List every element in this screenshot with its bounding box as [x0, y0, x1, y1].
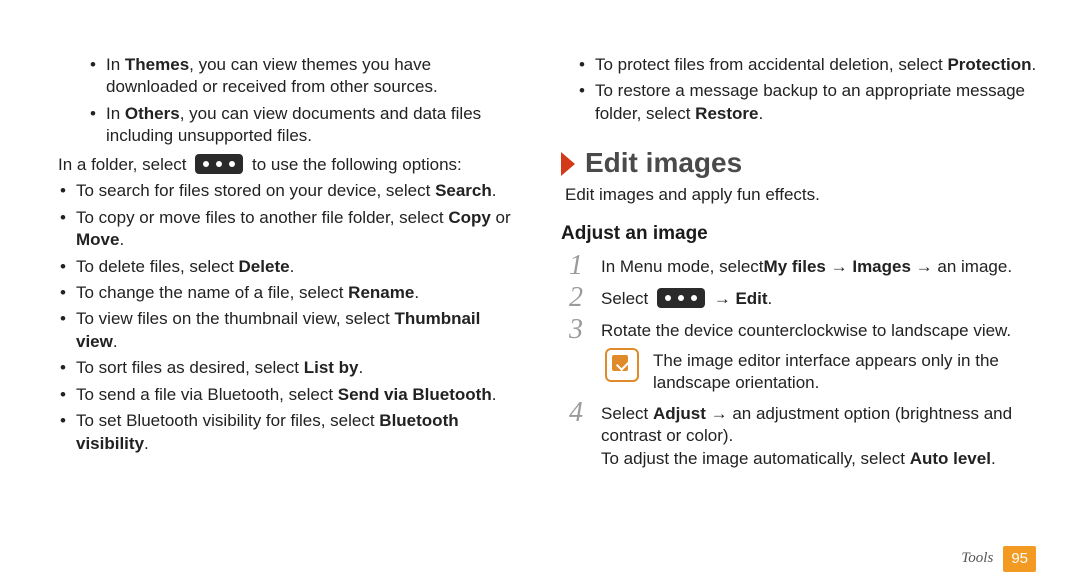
right-column: To protect files from accidental deletio… [561, 54, 1040, 586]
list-item: In Others, you can view documents and da… [94, 103, 521, 148]
folder-options-intro: In a folder, select to use the following… [58, 154, 521, 176]
step-1: 1 In Menu mode, selectMy files → Images … [565, 252, 1040, 280]
section-subtext: Edit images and apply fun effects. [565, 184, 1040, 206]
step-number: 3 [565, 316, 587, 344]
section-heading-edit-images: Edit images [561, 145, 1040, 182]
footer-section: Tools [961, 549, 993, 569]
folder-options-list-continued: To protect files from accidental deletio… [561, 54, 1040, 125]
step-3: 3 Rotate the device counterclockwise to … [565, 316, 1040, 344]
chevron-right-icon [561, 152, 575, 176]
note-icon [605, 348, 639, 382]
list-item: To sort files as desired, select List by… [64, 357, 521, 379]
list-item: To delete files, select Delete. [64, 256, 521, 278]
step-number: 1 [565, 252, 587, 280]
note-callout: The image editor interface appears only … [605, 348, 1040, 395]
my-files-categories-list: In Themes, you can view themes you have … [42, 54, 521, 148]
list-item: In Themes, you can view themes you have … [94, 54, 521, 99]
step-2: 2 Select → Edit. [565, 284, 1040, 312]
step-number: 2 [565, 284, 587, 312]
step-4: 4 Select Adjust → an adjustment option (… [565, 399, 1040, 470]
subsection-adjust-image: Adjust an image [561, 221, 1040, 246]
list-item: To change the name of a file, select Ren… [64, 282, 521, 304]
more-options-icon [195, 154, 243, 174]
folder-options-list: To search for files stored on your devic… [42, 180, 521, 455]
list-item: To search for files stored on your devic… [64, 180, 521, 202]
step-number: 4 [565, 399, 587, 470]
step-text: Rotate the device counterclockwise to la… [601, 316, 1040, 344]
left-column: In Themes, you can view themes you have … [42, 54, 521, 586]
note-text: The image editor interface appears only … [653, 348, 1040, 395]
list-item: To restore a message backup to an approp… [583, 80, 1040, 125]
more-options-icon [657, 288, 705, 308]
steps-list: 1 In Menu mode, selectMy files → Images … [565, 252, 1040, 470]
page-number-badge: 95 [1003, 546, 1036, 572]
list-item: To set Bluetooth visibility for files, s… [64, 410, 521, 455]
heading-text: Edit images [585, 145, 742, 182]
page-footer: Tools 95 [961, 546, 1036, 572]
list-item: To copy or move files to another file fo… [64, 207, 521, 252]
manual-page: In Themes, you can view themes you have … [0, 0, 1080, 586]
list-item: To protect files from accidental deletio… [583, 54, 1040, 76]
list-item: To view files on the thumbnail view, sel… [64, 308, 521, 353]
list-item: To send a file via Bluetooth, select Sen… [64, 384, 521, 406]
